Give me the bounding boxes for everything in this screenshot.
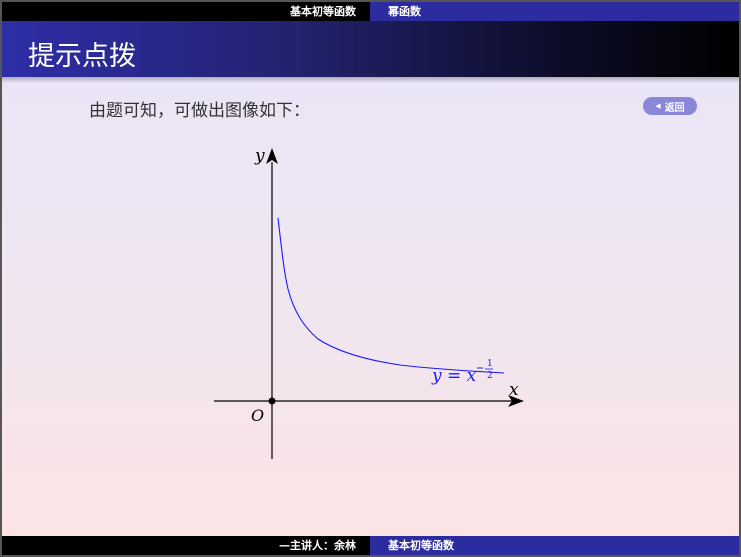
- function-graph: y x O y = x 1 2: [214, 146, 524, 459]
- function-curve: [277, 217, 505, 374]
- footer-presenter: —主讲人：余林: [2, 536, 370, 555]
- exponent-numerator: 1: [487, 359, 493, 369]
- y-axis-arrow-icon: [266, 148, 278, 164]
- footer-course: 基本初等函数: [370, 536, 739, 555]
- x-axis-label: x: [509, 380, 519, 400]
- slide-frame: 基本初等函数 幂函数 提示点拨 由题可知，可做出图像如下： ◀ 返回 y x O…: [2, 2, 739, 555]
- y-axis-label: y: [254, 146, 265, 166]
- origin-label: O: [251, 406, 264, 425]
- origin-point: [268, 397, 276, 405]
- exponent-denominator: 2: [487, 371, 493, 381]
- curve-label: y = x: [431, 366, 477, 386]
- footer-bar: —主讲人：余林 基本初等函数: [2, 536, 739, 555]
